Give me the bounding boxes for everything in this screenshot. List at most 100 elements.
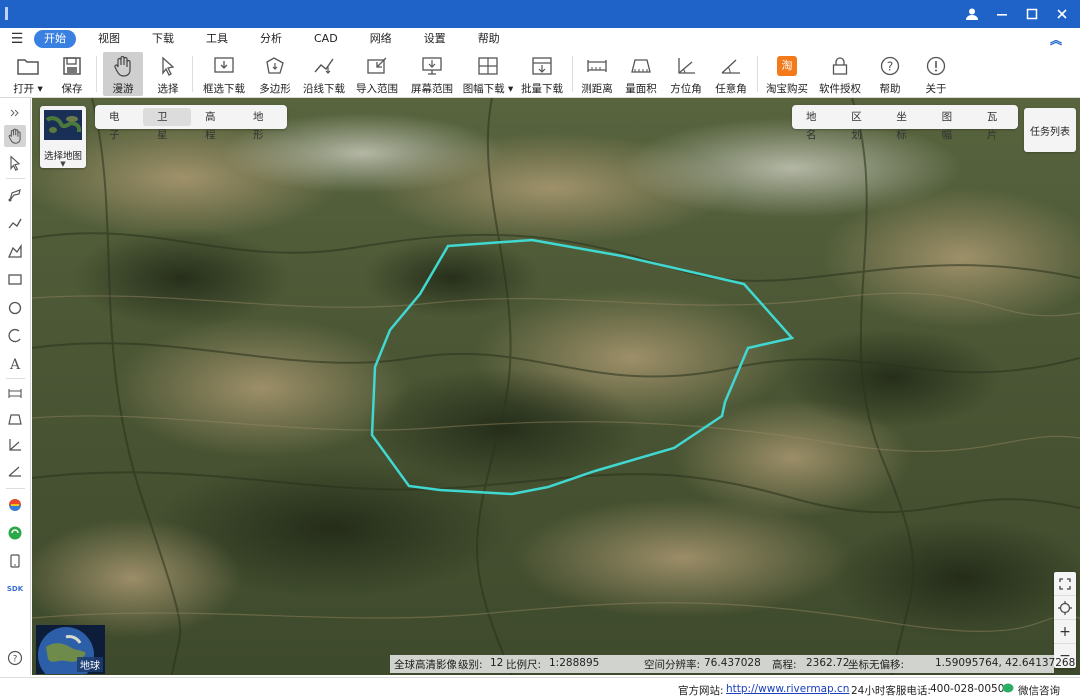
resolution-label: 空间分辨率: [644,659,701,671]
batch-download-button[interactable]: 批量下载 [520,52,564,96]
menu-cad[interactable]: CAD [304,30,348,48]
maximize-icon[interactable] [1022,4,1042,24]
scale-label: 比例尺: [506,659,542,671]
help-label: 帮助 [879,83,901,95]
draw-arc-icon[interactable] [4,324,26,346]
import-range-label: 导入范围 [356,83,398,95]
pan-hand-icon[interactable] [4,125,26,147]
layer-tab-elevation[interactable]: 高程 [191,108,239,141]
chevron-down-icon: ▼ [60,160,66,168]
box-download-button[interactable]: 框选下载 [201,52,247,96]
menu-analysis[interactable]: 分析 [250,30,292,48]
collapse-ribbon-icon[interactable]: ︽ [1050,31,1062,48]
draw-text-icon[interactable]: A [4,352,26,374]
measure-azimuth-icon[interactable] [4,434,26,456]
about-button[interactable]: 关于 [918,52,954,96]
select-map-button[interactable]: 选择地图 ▼ [40,106,86,168]
phone-icon[interactable] [4,550,26,572]
locate-icon[interactable] [1054,596,1076,620]
website-link[interactable]: http://www.rivermap.cn [726,683,849,695]
hotline-number: 400-028-0050 [930,683,1005,695]
roam-button[interactable]: 漫游 [103,52,143,96]
draw-line-icon[interactable] [4,212,26,234]
menu-download[interactable]: 下载 [142,30,184,48]
folder-icon [16,54,40,78]
azimuth-label: 方位角 [670,83,702,95]
azimuth-button[interactable]: 方位角 [668,52,704,96]
globe-view-button[interactable]: 地球 [36,625,105,674]
draw-area-icon[interactable] [4,240,26,262]
layer-tab-satellite[interactable]: 卫星 [143,108,191,141]
user-icon[interactable] [962,4,982,24]
ribbon-toolbar: 打开 ▾ 保存 漫游 选择 框选下载 多边形 沿线下载 导入范围 屏幕范围 图幅… [0,50,1080,98]
overlay-place-names[interactable]: 地名 [792,108,837,141]
measure-distance-button[interactable]: 测距离 [579,52,615,96]
wechat-consult-link[interactable]: 微信咨询 [1018,683,1060,698]
svg-text:A: A [9,357,21,371]
import-range-icon [365,54,389,78]
overlay-districts[interactable]: 区划 [837,108,882,141]
measure-angle-icon[interactable] [4,460,26,482]
sdk-icon[interactable]: SDK [4,578,26,600]
menu-view[interactable]: 视图 [88,30,130,48]
line-download-label: 沿线下载 [303,83,345,95]
overlay-tiles[interactable]: 瓦片 [973,108,1018,141]
angle-icon [719,54,743,78]
pointer-icon [156,54,180,78]
map-zoom-controls: + − [1054,572,1076,668]
help-button[interactable]: ? 帮助 [872,52,908,96]
open-button[interactable]: 打开 ▾ [8,52,48,96]
save-button[interactable]: 保存 [54,52,90,96]
hand-icon [111,54,135,78]
select-label: 选择 [157,83,179,95]
wechat-icon[interactable] [1002,683,1014,697]
screen-range-button[interactable]: 屏幕范围 [410,52,454,96]
taobao-icon: 淘 [775,54,799,78]
ruler-icon [585,54,609,78]
sheet-download-button[interactable]: 图幅下载 ▾ [462,52,514,96]
coordinate-value: 1.59095764, 42.64137268 [935,657,1076,669]
help-circle-icon[interactable]: ? [4,647,26,669]
menu-settings[interactable]: 设置 [414,30,456,48]
website-label: 官方网站: [678,685,724,697]
select-arrow-icon[interactable] [4,152,26,174]
menu-network[interactable]: 网络 [360,30,402,48]
task-list-button[interactable]: 任务列表 [1024,108,1076,152]
polygon-download-button[interactable]: 多边形 [255,52,295,96]
menu-start[interactable]: 开始 [34,30,76,48]
zoom-in-button[interactable]: + [1054,620,1076,644]
batch-download-icon [530,54,554,78]
measure-area-icon[interactable] [4,408,26,430]
draw-circle-icon[interactable] [4,296,26,318]
imagery-source: 全球高清影像 [394,659,457,671]
any-angle-button[interactable]: 任意角 [713,52,749,96]
measure-area-button[interactable]: 量面积 [623,52,659,96]
select-button[interactable]: 选择 [150,52,186,96]
close-icon[interactable] [1052,4,1072,24]
overlay-coordinates[interactable]: 坐标 [882,108,927,141]
import-range-button[interactable]: 导入范围 [355,52,399,96]
hamburger-menu-icon[interactable]: ☰ [0,31,34,47]
license-button[interactable]: 软件授权 [818,52,862,96]
menu-help[interactable]: 帮助 [468,30,510,48]
menu-tools[interactable]: 工具 [196,30,238,48]
line-download-button[interactable]: 沿线下载 [302,52,346,96]
green-app-icon[interactable] [4,522,26,544]
license-label: 软件授权 [819,83,861,95]
minimize-icon[interactable] [992,4,1012,24]
fullscreen-icon[interactable] [1054,572,1076,596]
measure-distance-icon[interactable] [4,382,26,404]
map-view[interactable]: 选择地图 ▼ 电子 卫星 高程 地形 地名 区划 坐标 图幅 瓦片 任务列表 地… [32,98,1080,675]
layer-tab-terrain[interactable]: 地形 [239,108,287,141]
app-icon [5,7,8,20]
colorful-app-icon[interactable] [4,494,26,516]
overlay-sheets[interactable]: 图幅 [928,108,973,141]
draw-point-icon[interactable] [4,184,26,206]
draw-rectangle-icon[interactable] [4,268,26,290]
taobao-button[interactable]: 淘 淘宝购买 [765,52,809,96]
level-label: 级别: [458,659,483,671]
expand-panel-icon[interactable] [4,102,26,124]
box-download-label: 框选下载 [203,83,245,95]
layer-tab-electronic[interactable]: 电子 [95,108,143,141]
map-layer-tabs: 电子 卫星 高程 地形 [95,105,287,141]
